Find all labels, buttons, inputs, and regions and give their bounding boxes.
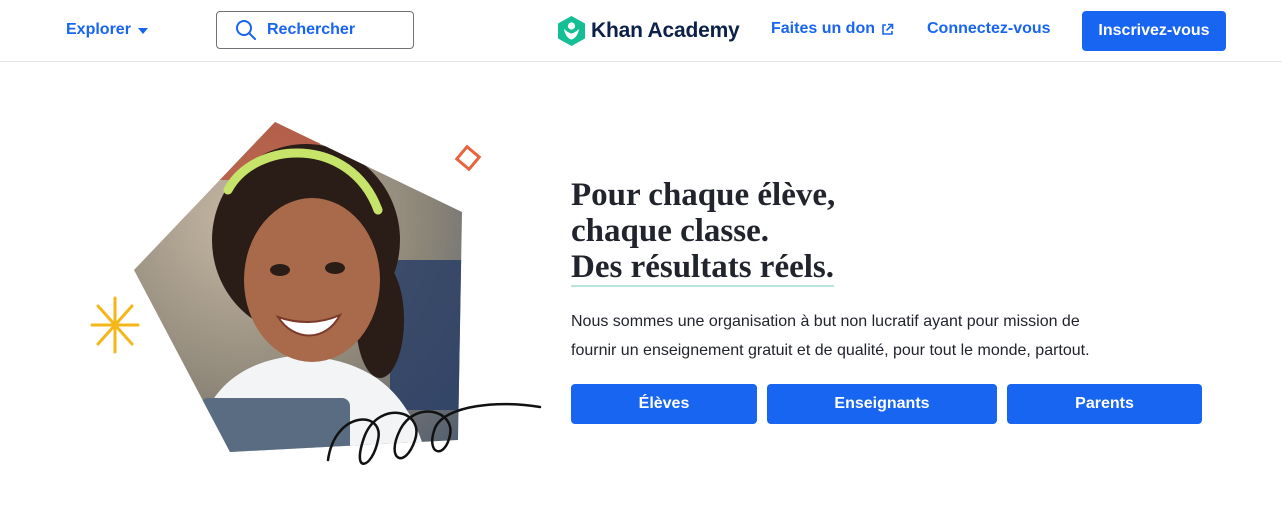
explore-menu-button[interactable]: Explorer: [66, 19, 148, 41]
diamond-outline-icon: [454, 144, 482, 172]
search-button[interactable]: Rechercher: [216, 11, 414, 49]
top-navigation-bar: Explorer Rechercher Khan Academy Faites …: [0, 0, 1282, 62]
parents-button-label: Parents: [1075, 395, 1134, 412]
external-link-icon: [882, 23, 894, 35]
headline-line-1: Pour chaque élève,: [571, 177, 836, 213]
students-button-label: Élèves: [638, 395, 690, 412]
hero-headline: Pour chaque élève, chaque classe. Des ré…: [571, 177, 835, 287]
donate-label: Faites un don: [771, 20, 875, 37]
logo-text: Khan Academy: [591, 19, 740, 42]
explore-label: Explorer: [66, 21, 131, 38]
donate-link[interactable]: Faites un don: [771, 20, 894, 38]
teachers-button-label: Enseignants: [834, 395, 930, 412]
headline-line-2: chaque classe.: [571, 213, 769, 249]
khan-logo-icon: [558, 16, 585, 46]
headline-line-3: Des résultats réels.: [571, 249, 835, 287]
teachers-button[interactable]: Enseignants: [767, 384, 997, 424]
search-label: Rechercher: [267, 21, 356, 38]
parents-button[interactable]: Parents: [1007, 384, 1202, 424]
student-photo: [134, 122, 462, 452]
login-link[interactable]: Connectez-vous: [927, 20, 1051, 38]
signup-button[interactable]: Inscrivez-vous: [1082, 11, 1226, 51]
khan-academy-logo[interactable]: Khan Academy: [558, 16, 740, 46]
students-button[interactable]: Élèves: [571, 384, 757, 424]
mission-statement: Nous sommes une organisation à but non l…: [571, 313, 1090, 359]
hero-illustration: [90, 122, 542, 465]
search-icon: [236, 20, 256, 40]
sparkle-icon: [90, 296, 140, 354]
login-label: Connectez-vous: [927, 20, 1051, 37]
chevron-down-icon: [137, 28, 148, 34]
signup-label: Inscrivez-vous: [1098, 22, 1210, 39]
